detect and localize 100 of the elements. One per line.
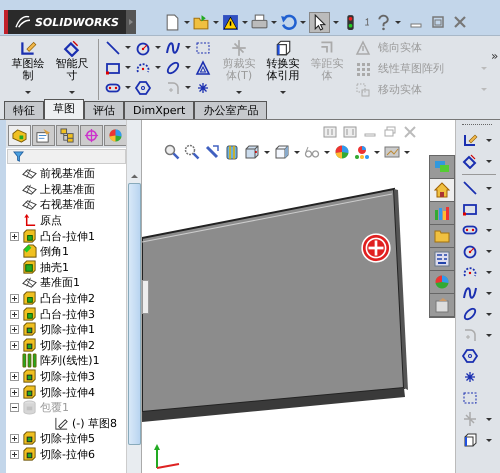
line-icon[interactable] (105, 40, 121, 56)
expander-icon[interactable] (10, 372, 19, 382)
caret-icon[interactable] (486, 186, 492, 190)
expander-icon[interactable] (10, 434, 19, 444)
caret-icon[interactable] (294, 150, 300, 154)
tree-item[interactable]: 上视基准面 (40, 182, 95, 197)
appearance-sphere-icon[interactable] (334, 144, 350, 160)
caret-icon[interactable] (185, 66, 191, 69)
polygon-icon[interactable] (462, 348, 478, 364)
point-icon[interactable] (462, 369, 478, 385)
task-pane-tab[interactable] (430, 225, 454, 248)
task-pane-tab[interactable] (430, 202, 454, 225)
print-icon[interactable] (251, 14, 268, 30)
caret-icon[interactable] (404, 150, 410, 154)
previous-view-icon[interactable] (204, 144, 220, 160)
section-view-icon[interactable] (224, 144, 240, 160)
spline-icon[interactable] (165, 40, 181, 56)
cube-icon[interactable] (462, 432, 478, 448)
tool-button[interactable]: 转换实体引用 (263, 39, 303, 100)
new-document-icon[interactable] (164, 14, 181, 30)
tree-item[interactable]: 切除-拉伸3 (40, 369, 95, 384)
split-view-icon[interactable] (343, 126, 357, 138)
caret-icon[interactable] (242, 20, 248, 24)
tree-item[interactable]: 切除-拉伸4 (40, 384, 95, 400)
tool-button[interactable]: 智能尺寸 (52, 39, 92, 100)
polygon-icon[interactable] (135, 80, 151, 96)
caret-icon[interactable] (486, 312, 492, 316)
caret-icon[interactable] (69, 91, 75, 94)
more-button[interactable]: » (491, 49, 498, 63)
caret-icon[interactable] (486, 334, 492, 336)
tree-item[interactable]: 抽壳1 (40, 260, 69, 275)
tree-item[interactable]: 原点 (40, 213, 62, 228)
expander-icon[interactable] (10, 450, 19, 459)
tree-item[interactable]: 阵列(线性)1 (40, 353, 100, 368)
caret-icon[interactable] (486, 250, 492, 252)
caret-icon[interactable] (395, 20, 401, 24)
expander-icon[interactable] (10, 310, 19, 319)
tree-item[interactable]: 凸台-拉伸2 (40, 291, 95, 306)
tab[interactable]: 特征 (4, 101, 44, 119)
tab[interactable]: 办公室产品 (194, 101, 268, 119)
line-icon[interactable] (462, 180, 478, 196)
tree-item[interactable]: 凸台-拉伸1 (40, 228, 95, 244)
display-style-icon[interactable] (274, 144, 290, 160)
caret-icon[interactable] (486, 418, 492, 420)
caret-icon[interactable] (25, 91, 31, 94)
tab[interactable]: 评估 (84, 101, 124, 119)
triangle-icon[interactable] (195, 60, 211, 76)
tree-item[interactable]: 凸台-拉伸3 (40, 306, 95, 322)
tab[interactable]: 草图 (44, 99, 84, 119)
dashed-rectangle-icon[interactable] (462, 390, 478, 406)
ellipse-icon[interactable] (165, 60, 181, 76)
panel-tab[interactable] (56, 125, 79, 146)
spline-icon[interactable] (462, 285, 478, 301)
tree-item[interactable]: 右视基准面 (40, 197, 95, 212)
close-icon[interactable] (453, 15, 467, 29)
caret-icon[interactable] (280, 91, 286, 94)
tree-item[interactable]: 倒角1 (40, 244, 69, 260)
caret-icon[interactable] (300, 20, 306, 24)
scene-icon[interactable] (354, 144, 370, 160)
panel-tab[interactable] (32, 125, 55, 146)
dashed-rectangle-icon[interactable] (195, 40, 211, 56)
tree-item[interactable]: 切除-拉伸2 (40, 338, 95, 353)
task-pane-tab[interactable] (430, 294, 454, 317)
select-button[interactable] (309, 12, 330, 32)
caret-icon[interactable] (271, 20, 277, 24)
task-pane-tab[interactable] (430, 248, 454, 271)
display-settings-icon[interactable] (384, 144, 400, 160)
task-pane-tab[interactable] (430, 156, 454, 179)
caret-icon[interactable] (125, 66, 131, 69)
scroll-thumb[interactable] (128, 183, 140, 445)
scroll-up-icon[interactable] (128, 172, 140, 181)
circle-icon[interactable] (462, 243, 478, 259)
expander-icon[interactable] (10, 232, 19, 241)
ellipse-icon[interactable] (462, 306, 478, 322)
tree-item[interactable]: 切除-拉伸6 (40, 446, 95, 462)
caret-icon[interactable] (374, 150, 380, 154)
tab[interactable]: DimXpert (124, 101, 194, 119)
caret-icon[interactable] (486, 208, 492, 210)
caret-icon[interactable] (213, 20, 219, 24)
view-orientation-icon[interactable] (244, 144, 260, 160)
tile-icon[interactable] (323, 126, 337, 138)
caret-icon[interactable] (333, 20, 339, 24)
tree-item[interactable]: 前视基准面 (40, 166, 95, 182)
scrollbar[interactable] (126, 120, 141, 473)
sketch-pencil-icon[interactable] (462, 132, 478, 148)
tool-button[interactable]: 草图绘制 (8, 39, 48, 100)
caret-icon[interactable] (185, 86, 191, 89)
expander-icon[interactable] (10, 340, 19, 350)
tree-item[interactable]: 基准面1 (40, 275, 80, 290)
caret-icon[interactable] (264, 150, 270, 154)
panel-tab[interactable] (8, 125, 31, 146)
caret-icon[interactable] (486, 138, 492, 142)
maximize-icon[interactable] (431, 15, 445, 29)
task-pane-tab[interactable] (430, 179, 454, 202)
caret-icon[interactable] (125, 46, 131, 49)
caret-icon[interactable] (486, 292, 492, 294)
caret-icon[interactable] (125, 86, 131, 89)
caret-icon[interactable] (486, 160, 492, 162)
panel-collapse-handle[interactable] (142, 280, 149, 314)
solidworks-logo[interactable]: SOLIDWORKS (4, 10, 126, 34)
